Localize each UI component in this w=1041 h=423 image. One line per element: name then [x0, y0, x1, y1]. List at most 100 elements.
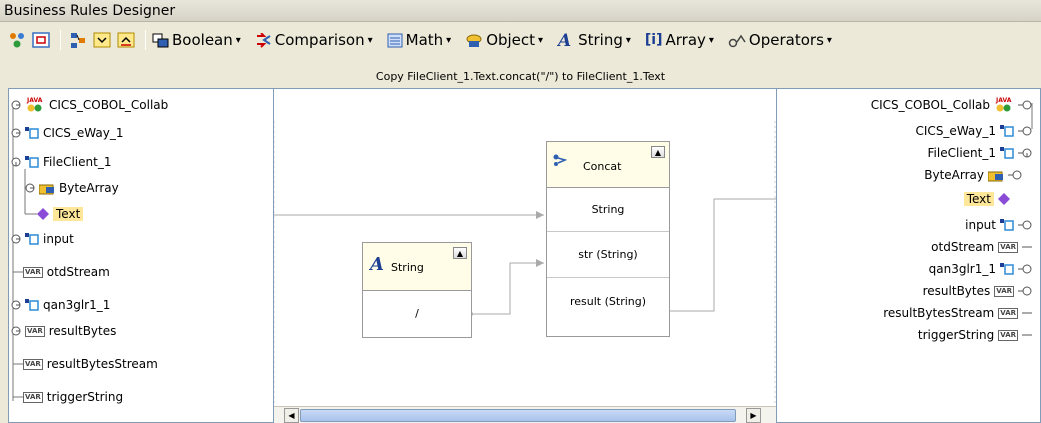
- math-menu[interactable]: Math ▾: [387, 31, 452, 49]
- tree-item-text[interactable]: Text: [37, 204, 84, 224]
- svg-text:A: A: [369, 255, 384, 273]
- expand-toggle-icon[interactable]: [1018, 100, 1032, 110]
- mapping-links: [274, 121, 776, 407]
- destination-tree-pane[interactable]: CICS_COBOL_Collab JAVA CICS_eWay_1 FileC…: [776, 88, 1041, 423]
- array-menu-label: Array: [665, 31, 706, 49]
- string-box-title: String: [391, 261, 424, 274]
- connector-line: [1022, 333, 1032, 337]
- chevron-down-icon: ▾: [708, 34, 714, 46]
- horizontal-scrollbar[interactable]: ◀ ▶: [274, 406, 776, 423]
- object-icon: [465, 33, 483, 48]
- concat-box-header[interactable]: Concat ▲: [547, 142, 669, 188]
- tree-root[interactable]: CICS_COBOL_Collab JAVA: [871, 95, 1036, 115]
- object-menu[interactable]: Object ▾: [465, 31, 543, 49]
- chevron-down-icon: ▾: [367, 34, 373, 46]
- tree-item-label: CICS_eWay_1: [43, 126, 124, 140]
- tree-item-fileclient[interactable]: FileClient_1: [928, 143, 1036, 163]
- window-title: Business Rules Designer: [0, 0, 1041, 22]
- expand-toggle-icon[interactable]: [11, 128, 21, 138]
- expand-toggle-icon[interactable]: [11, 326, 21, 336]
- collapse-button[interactable]: ▲: [651, 146, 665, 158]
- tree-item-bytearray[interactable]: ByteArray: [924, 165, 1026, 185]
- tree-item-triggerstring[interactable]: VAR triggerString: [23, 387, 123, 407]
- expand-all-icon[interactable]: [91, 29, 113, 51]
- string-icon: A: [557, 32, 575, 48]
- tree-item-input[interactable]: input: [965, 215, 1036, 235]
- mapping-canvas[interactable]: A String ▲ / Concat ▲ String str (String…: [274, 88, 776, 423]
- boolean-menu[interactable]: Boolean ▾: [152, 31, 241, 49]
- object-menu-label: Object: [486, 31, 536, 49]
- expand-toggle-icon[interactable]: [1018, 220, 1032, 230]
- expand-toggle-icon[interactable]: [1018, 264, 1032, 274]
- tree-root[interactable]: JAVA CICS_COBOL_Collab: [11, 95, 168, 115]
- expand-toggle-icon[interactable]: [1018, 286, 1032, 296]
- string-function-box[interactable]: A String ▲ /: [362, 242, 472, 338]
- tree-item-label: triggerString: [917, 328, 995, 342]
- expand-toggle-icon[interactable]: [11, 100, 21, 110]
- tree-item-otdstream[interactable]: VAR otdStream: [23, 262, 110, 282]
- scroll-thumb[interactable]: [300, 409, 736, 422]
- tree-item-fileclient[interactable]: FileClient_1: [11, 152, 111, 172]
- tree-item-resultbytes[interactable]: VAR resultBytes: [11, 321, 116, 341]
- variable-icon: VAR: [23, 266, 43, 278]
- string-value[interactable]: /: [363, 291, 471, 337]
- comparison-menu[interactable]: Comparison ▾: [255, 31, 373, 49]
- tree-item-qan3glr1[interactable]: qan3glr1_1: [11, 295, 110, 315]
- tree-item-triggerstring[interactable]: triggerString VAR: [918, 325, 1036, 345]
- string-box-header[interactable]: A String ▲: [363, 243, 471, 291]
- tree-item-input[interactable]: input: [11, 229, 74, 249]
- tree-item-label: resultBytes: [48, 324, 117, 338]
- expand-toggle-icon[interactable]: [1018, 126, 1032, 136]
- otd-icon: [1000, 147, 1014, 159]
- tree-item-label: Text: [53, 207, 84, 221]
- collab-tree-icon[interactable]: [6, 29, 28, 51]
- tree-item-label: qan3glr1_1: [928, 262, 996, 276]
- tree-item-resultbytesstream[interactable]: resultBytesStream VAR: [883, 303, 1036, 323]
- otd-icon: [25, 233, 39, 245]
- tree-item-cics-eway[interactable]: CICS_eWay_1: [916, 121, 1036, 141]
- variable-icon: VAR: [25, 325, 45, 337]
- scroll-left-button[interactable]: ◀: [284, 408, 299, 423]
- svg-text:A: A: [557, 32, 571, 48]
- tree-item-otdstream[interactable]: otdStream VAR: [931, 237, 1036, 257]
- chevron-down-icon: ▾: [625, 34, 631, 46]
- operators-menu[interactable]: Operators ▾: [728, 31, 832, 49]
- tree-item-resultbytes[interactable]: resultBytes VAR: [923, 281, 1036, 301]
- expand-toggle-icon[interactable]: [11, 157, 21, 167]
- folder-icon: [988, 169, 1004, 182]
- tree-item-label: triggerString: [46, 390, 124, 404]
- string-menu[interactable]: A String ▾: [557, 31, 631, 49]
- tree-item-cics-eway[interactable]: CICS_eWay_1: [11, 123, 123, 143]
- variable-icon: VAR: [994, 285, 1014, 297]
- concat-input-string[interactable]: String: [547, 188, 669, 232]
- scroll-right-button[interactable]: ▶: [746, 408, 761, 423]
- expand-toggle-icon[interactable]: [25, 183, 35, 193]
- collapse-button[interactable]: ▲: [453, 247, 467, 259]
- source-tree-pane[interactable]: JAVA CICS_COBOL_Collab CICS_eWay_1 FileC…: [8, 88, 274, 423]
- concat-output-result[interactable]: result (String): [547, 278, 669, 336]
- field-diamond-icon: [998, 193, 1010, 205]
- concat-function-box[interactable]: Concat ▲ String str (String) result (Str…: [546, 141, 670, 337]
- java-badge: JAVA: [995, 97, 1012, 104]
- auto-layout-icon[interactable]: [67, 29, 89, 51]
- concat-input-str[interactable]: str (String): [547, 232, 669, 278]
- tree-item-resultbytesstream[interactable]: VAR resultBytesStream: [23, 354, 158, 374]
- tree-item-text[interactable]: Text: [963, 189, 1014, 209]
- array-menu[interactable]: [i] Array ▾: [645, 31, 714, 49]
- tree-item-label: qan3glr1_1: [43, 298, 111, 312]
- otd-icon: [1000, 263, 1014, 275]
- expand-toggle-icon[interactable]: [11, 300, 21, 310]
- tree-item-bytearray[interactable]: ByteArray: [25, 178, 119, 198]
- tree-item-label: otdStream: [46, 265, 110, 279]
- chevron-down-icon: ▾: [446, 34, 452, 46]
- expand-toggle-icon[interactable]: [11, 234, 21, 244]
- expand-toggle-icon[interactable]: [1008, 170, 1022, 180]
- math-menu-label: Math: [405, 31, 444, 49]
- tree-item-label: resultBytesStream: [46, 357, 158, 371]
- expand-toggle-icon[interactable]: [1018, 148, 1032, 158]
- tree-item-qan3glr1[interactable]: qan3glr1_1: [929, 259, 1036, 279]
- test-button-icon[interactable]: [30, 29, 52, 51]
- collapse-all-icon[interactable]: [115, 29, 137, 51]
- string-icon: A: [369, 255, 387, 273]
- operators-menu-label: Operators: [748, 31, 824, 49]
